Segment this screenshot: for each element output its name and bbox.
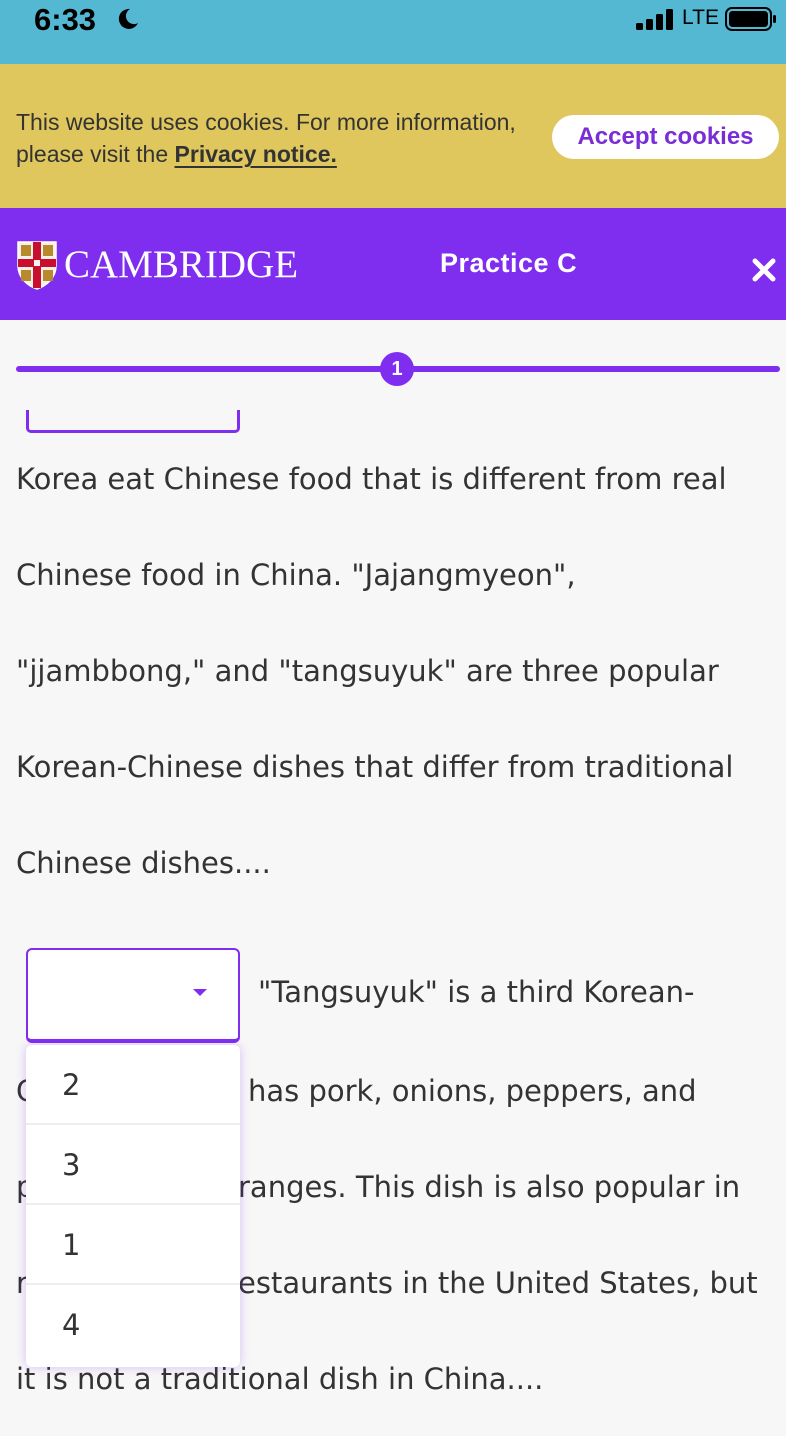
page-title: Practice C (440, 248, 578, 278)
close-icon[interactable] (751, 257, 777, 283)
passage-line: Chinese food in China. "Jajangmyeon", (16, 558, 576, 592)
passage-line: ranges. This dish is also popular in (238, 1170, 741, 1204)
passage-line: "Tangsuyuk" is a third Korean- (258, 975, 695, 1009)
battery-icon (725, 7, 776, 31)
dropdown-option[interactable]: 4 (26, 1285, 240, 1365)
answer-select[interactable] (26, 948, 240, 1043)
passage-line: it is not a traditional dish in China...… (16, 1362, 544, 1396)
dropdown-option[interactable]: 1 (26, 1205, 240, 1285)
network-label: LTE (682, 6, 719, 29)
status-time: 6:33 (34, 2, 97, 37)
signal-icon (636, 9, 673, 30)
accept-cookies-button[interactable]: Accept cookies (552, 115, 779, 159)
cookie-banner: This website uses cookies. For more info… (0, 64, 786, 208)
passage-line: estaurants in the United States, but (238, 1266, 758, 1300)
privacy-notice-link[interactable]: Privacy notice. (175, 141, 337, 167)
status-bar: 6:33 LTE (0, 0, 786, 64)
passage-line: "jjambbong," and "tangsuyuk" are three p… (16, 654, 719, 688)
passage-line: Chinese dishes.... (16, 846, 271, 880)
app-header: CAMBRIDGE Practice C (0, 208, 786, 320)
chevron-down-icon (193, 989, 207, 996)
passage-line: has pork, onions, peppers, and (248, 1074, 697, 1108)
brand-name: CAMBRIDGE (64, 243, 299, 286)
dropdown-option[interactable]: 3 (26, 1125, 240, 1205)
dropdown-option[interactable]: 2 (26, 1045, 240, 1125)
cookie-message: This website uses cookies. For more info… (16, 106, 536, 170)
progress-marker[interactable]: 1 (380, 352, 414, 386)
dropdown-menu: 2 3 1 4 (26, 1045, 240, 1367)
passage-line: Korea eat Chinese food that is different… (16, 462, 727, 496)
moon-icon (118, 8, 138, 29)
previous-answer-select[interactable] (26, 410, 240, 433)
shield-icon (17, 241, 57, 290)
passage-line: Korean-Chinese dishes that differ from t… (16, 750, 734, 784)
